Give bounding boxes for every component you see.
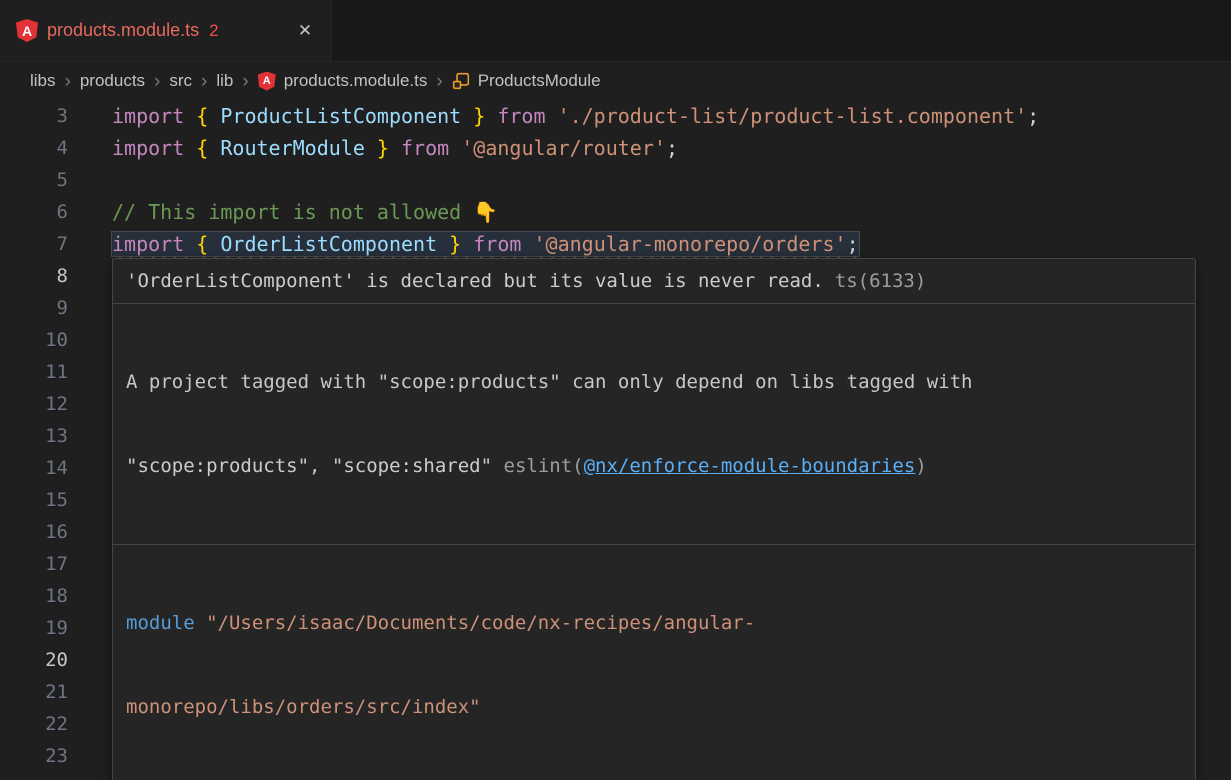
line-number: 20 (0, 644, 68, 676)
ts-diagnostic-message: 'OrderListComponent' is declared but its… (126, 270, 824, 292)
angular-icon-letter: A (22, 23, 32, 39)
eslint-diagnostic: A project tagged with "scope:products" c… (113, 304, 1195, 544)
code-text (68, 324, 112, 356)
hover-popup: 'OrderListComponent' is declared but its… (112, 258, 1196, 780)
line-number: 15 (0, 484, 68, 516)
line-number: 12 (0, 388, 68, 420)
module-path-line1: module "/Users/isaac/Documents/code/nx-r… (126, 609, 1182, 637)
line-number: 19 (0, 612, 68, 644)
breadcrumb-item-symbol[interactable]: ProductsModule (452, 71, 601, 91)
line-number: 9 (0, 292, 68, 324)
code-text: // This import is not allowed 👇 (68, 196, 498, 228)
module-path-line2: monorepo/libs/orders/src/index" (126, 693, 1182, 721)
chevron-right-icon: › (242, 72, 248, 91)
module-path-block: module "/Users/isaac/Documents/code/nx-r… (113, 545, 1195, 780)
line-number: 7 (0, 228, 68, 260)
line-number: 10 (0, 324, 68, 356)
breadcrumb-symbol-label: ProductsModule (478, 71, 601, 91)
code-text (68, 292, 112, 324)
module-path-text: monorepo/libs/orders/src/index" (126, 696, 481, 718)
error-statement: import { OrderListComponent } from '@ang… (112, 232, 859, 256)
code-text (68, 452, 112, 484)
tab-bar: A products.module.ts 2 ✕ (0, 0, 1231, 62)
code-text (68, 740, 112, 772)
module-keyword: module (126, 612, 206, 634)
code-line[interactable]: 6// This import is not allowed 👇 (0, 196, 1231, 228)
line-number: 11 (0, 356, 68, 388)
code-text: import { OrderListComponent } from '@ang… (68, 228, 859, 260)
line-number: 17 (0, 548, 68, 580)
line-number: 23 (0, 740, 68, 772)
code-line[interactable]: 5 (0, 164, 1231, 196)
chevron-right-icon: › (436, 72, 442, 91)
code-text: import { ProductListComponent } from './… (68, 100, 1039, 132)
code-line[interactable]: 3import { ProductListComponent } from '.… (0, 100, 1231, 132)
line-number: 16 (0, 516, 68, 548)
code-text: import { RouterModule } from '@angular/r… (68, 132, 678, 164)
eslint-rule-link[interactable]: @nx/enforce-module-boundaries (584, 455, 916, 477)
ts-diagnostic: 'OrderListComponent' is declared but its… (113, 259, 1195, 303)
close-icon[interactable]: ✕ (291, 17, 319, 45)
line-number: 8 (0, 260, 68, 292)
tab-products-module[interactable]: A products.module.ts 2 ✕ (0, 0, 332, 61)
line-number: 5 (0, 164, 68, 196)
code-text (68, 420, 112, 452)
angular-icon: A (16, 19, 38, 42)
chevron-right-icon: › (65, 72, 71, 91)
code-text (68, 388, 112, 420)
line-number: 6 (0, 196, 68, 228)
line-number: 3 (0, 100, 68, 132)
line-number: 21 (0, 676, 68, 708)
eslint-message-line1: A project tagged with "scope:products" c… (126, 368, 1182, 396)
breadcrumb: libs › products › src › lib › A products… (0, 62, 1231, 100)
angular-icon: A (258, 72, 276, 91)
code-line[interactable]: 7 import { OrderListComponent } from '@an… (0, 228, 1231, 260)
breadcrumb-file-label: products.module.ts (284, 71, 428, 91)
line-number: 18 (0, 580, 68, 612)
eslint-message-line2-text: "scope:products", "scope:shared" (126, 455, 504, 477)
chevron-right-icon: › (201, 72, 207, 91)
angular-icon-letter: A (263, 75, 271, 87)
code-text (68, 164, 112, 196)
editor[interactable]: 3import { ProductListComponent } from '.… (0, 100, 1231, 780)
breadcrumb-item-lib[interactable]: lib (216, 71, 233, 91)
line-number: 4 (0, 132, 68, 164)
line-number: 14 (0, 452, 68, 484)
breadcrumb-item-src[interactable]: src (169, 71, 192, 91)
module-path-text: "/Users/isaac/Documents/code/nx-recipes/… (206, 612, 755, 634)
line-number: 13 (0, 420, 68, 452)
breadcrumb-item-file[interactable]: A products.module.ts (258, 71, 428, 91)
chevron-right-icon: › (154, 72, 160, 91)
eslint-source-close: ) (915, 455, 926, 477)
code-text (68, 260, 112, 292)
code-text (68, 356, 112, 388)
line-number: 22 (0, 708, 68, 740)
eslint-message-line2: "scope:products", "scope:shared" eslint(… (126, 452, 1182, 480)
tab-title: products.module.ts (47, 20, 199, 41)
tab-problem-count: 2 (209, 21, 218, 41)
code-line[interactable]: 4import { RouterModule } from '@angular/… (0, 132, 1231, 164)
class-symbol-icon (452, 72, 470, 90)
breadcrumb-item-libs[interactable]: libs (30, 71, 56, 91)
breadcrumb-item-products[interactable]: products (80, 71, 145, 91)
eslint-source-label: eslint( (504, 455, 584, 477)
ts-diagnostic-code: ts(6133) (835, 270, 927, 292)
